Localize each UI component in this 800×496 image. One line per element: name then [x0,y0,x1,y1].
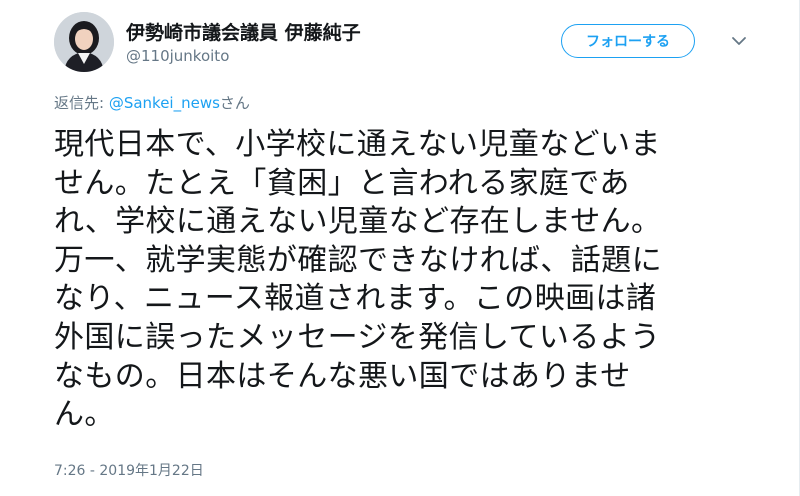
reply-context: 返信先: @Sankei_newsさん [54,92,250,113]
tweet-text-line: 外国に誤ったメッセージを発信しているよう [54,319,661,355]
tweet-text-line: れ、学校に通えない児童など存在しません。 [54,204,662,240]
tweet-text: 現代日本で、小学校に通えない児童などいま せん。たとえ「貧困」と言われる家庭であ… [54,126,754,435]
tweet-card: 伊勢崎市議会議員 伊藤純子 @110junkoito フォローする 返信先: @… [0,0,800,496]
tweet-text-line: せん。たとえ「貧困」と言われる家庭であ [54,165,630,201]
reply-mention-link[interactable]: @Sankei_news [109,94,220,112]
reply-suffix: さん [219,94,250,112]
tweet-text-line: なもの。日本はそんな悪い国ではありませ [54,358,631,394]
tweet-text-line: ん。 [54,397,115,433]
avatar[interactable] [54,12,114,72]
author-handle[interactable]: @110junkoito [126,47,229,65]
tweet-timestamp[interactable]: 7:26 - 2019年1月22日 [54,460,204,480]
follow-button[interactable]: フォローする [561,24,695,58]
author-display-name[interactable]: 伊勢崎市議会議員 伊藤純子 [126,18,361,45]
avatar-image [54,12,114,72]
tweet-text-line: 万一、就学実態が確認できなければ、話題に [54,242,662,278]
reply-prefix: 返信先: [54,94,109,112]
tweet-header: 伊勢崎市議会議員 伊藤純子 @110junkoito フォローする [54,10,774,76]
chevron-down-icon[interactable] [730,32,748,50]
tweet-text-line: 現代日本で、小学校に通えない児童などいま [54,127,661,162]
tweet-text-line: なり、ニュース報道されます。この映画は諸 [54,281,657,317]
